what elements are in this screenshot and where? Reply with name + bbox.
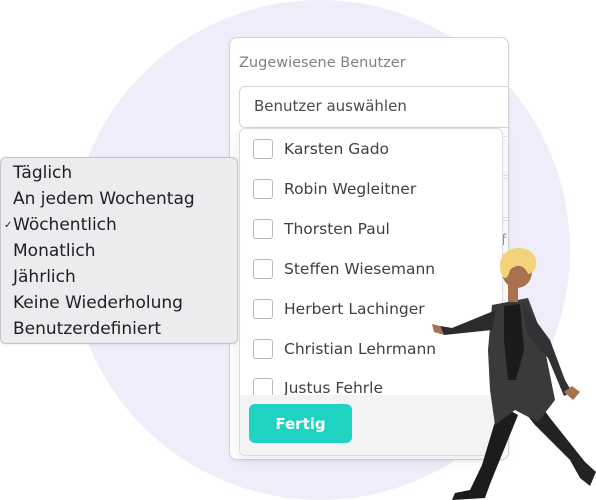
user-name: Karsten Gado [284, 140, 390, 158]
user-checkbox[interactable] [253, 299, 273, 319]
repeat-option-weekly[interactable]: Wöchentlich [13, 215, 117, 235]
user-checkbox[interactable] [253, 179, 273, 199]
user-option[interactable]: Karsten Gado [253, 137, 389, 161]
repeat-option-weekdays[interactable]: An jedem Wochentag [13, 189, 195, 209]
user-select-placeholder: Benutzer auswählen [254, 97, 407, 115]
user-checkbox[interactable] [253, 339, 273, 359]
user-option[interactable]: Thorsten Paul [253, 217, 390, 241]
user-name: Christian Lehrmann [284, 340, 437, 358]
user-checkbox[interactable] [253, 378, 273, 395]
user-option[interactable]: Justus Fehrle [253, 376, 383, 395]
user-name: Justus Fehrle [284, 379, 384, 395]
user-name: Herbert Lachinger [284, 300, 425, 318]
repeat-option-none[interactable]: Keine Wiederholung [13, 293, 183, 313]
assigned-users-label: Zugewiesene Benutzer [239, 55, 406, 71]
repeat-option-yearly[interactable]: Jährlich [13, 267, 76, 287]
repeat-option-custom[interactable]: Benutzerdefiniert [13, 319, 161, 339]
user-checkbox[interactable] [253, 219, 273, 239]
user-name: Steffen Wiesemann [284, 260, 436, 278]
done-button[interactable]: Fertig [249, 404, 352, 443]
repeat-menu: Täglich An jedem Wochentag ✓ Wöchentlich… [0, 157, 238, 344]
user-option[interactable]: Christian Lehrmann [253, 337, 436, 361]
user-checkbox[interactable] [253, 139, 273, 159]
person-illustration [432, 248, 596, 500]
selected-check-icon: ✓ [4, 220, 13, 231]
repeat-option-monthly[interactable]: Monatlich [13, 241, 96, 261]
user-name: Thorsten Paul [284, 220, 390, 238]
user-option[interactable]: Herbert Lachinger [253, 297, 425, 321]
repeat-option-daily[interactable]: Täglich [13, 163, 72, 183]
user-name: Robin Wegleitner [284, 180, 417, 198]
user-option[interactable]: Steffen Wiesemann [253, 257, 435, 281]
user-option[interactable]: Robin Wegleitner [253, 177, 416, 201]
user-select-input[interactable]: Benutzer auswählen [239, 86, 508, 128]
user-checkbox[interactable] [253, 259, 273, 279]
